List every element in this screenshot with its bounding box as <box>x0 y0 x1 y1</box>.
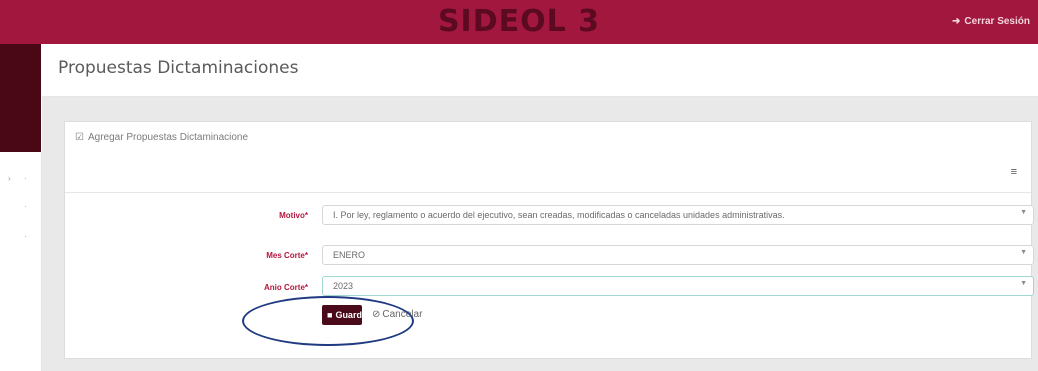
mes-corte-label: Mes Corte* <box>266 251 308 260</box>
save-label: Guardar <box>335 310 371 320</box>
edit-icon: ☑ <box>75 132 84 143</box>
save-icon: ■ <box>327 310 333 320</box>
logout-button[interactable]: ➜ Cerrar Sesión <box>952 16 1030 27</box>
sidebar: › · · · <box>0 152 42 371</box>
sidebar-dot-icon[interactable]: › <box>8 174 11 183</box>
chevron-down-icon: ▼ <box>1020 280 1027 287</box>
sidebar-dot-icon[interactable]: · <box>24 232 27 241</box>
motivo-label: Motivo* <box>279 211 308 220</box>
sign-out-icon: ➜ <box>952 16 961 27</box>
mes-corte-select[interactable]: ENERO ▼ <box>322 245 1034 265</box>
menu-icon[interactable]: ≡ <box>1011 166 1017 178</box>
motivo-value: I. Por ley, reglamento o acuerdo del eje… <box>333 210 785 220</box>
top-bar: SIDEOL 3 ➜ Cerrar Sesión <box>0 0 1038 44</box>
app-brand: SIDEOL 3 <box>437 4 601 39</box>
card-title: ☑ Agregar Propuestas Dictaminacione <box>75 132 248 143</box>
page-title: Propuestas Dictaminaciones <box>58 58 299 78</box>
anio-corte-value: 2023 <box>333 281 354 291</box>
motivo-select[interactable]: I. Por ley, reglamento o acuerdo del eje… <box>322 205 1034 225</box>
cancel-icon: ⊘ <box>372 309 381 320</box>
chevron-down-icon: ▼ <box>1020 249 1027 256</box>
sidebar-dot-icon[interactable]: · <box>24 174 27 183</box>
sidebar-dot-icon[interactable]: · <box>24 202 27 211</box>
page-header: Propuestas Dictaminaciones <box>42 44 1038 97</box>
chevron-down-icon: ▼ <box>1020 209 1027 216</box>
logout-label: Cerrar Sesión <box>964 16 1030 27</box>
form-card: ☑ Agregar Propuestas Dictaminacione ≡ <box>64 121 1032 359</box>
anio-corte-select[interactable]: 2023 ▼ <box>322 276 1034 296</box>
card-title-text: Agregar Propuestas Dictaminacione <box>87 132 249 143</box>
save-button[interactable]: ■ Guardar <box>322 305 370 325</box>
cancel-button[interactable]: ⊘ Cancelar <box>372 309 422 320</box>
mes-corte-value: ENERO <box>333 250 366 260</box>
card-header: ☑ Agregar Propuestas Dictaminacione ≡ <box>65 122 1031 193</box>
anio-corte-label: Anio Corte* <box>264 283 308 292</box>
cancel-label: Cancelar <box>382 309 423 320</box>
sidebar-header <box>0 44 41 152</box>
